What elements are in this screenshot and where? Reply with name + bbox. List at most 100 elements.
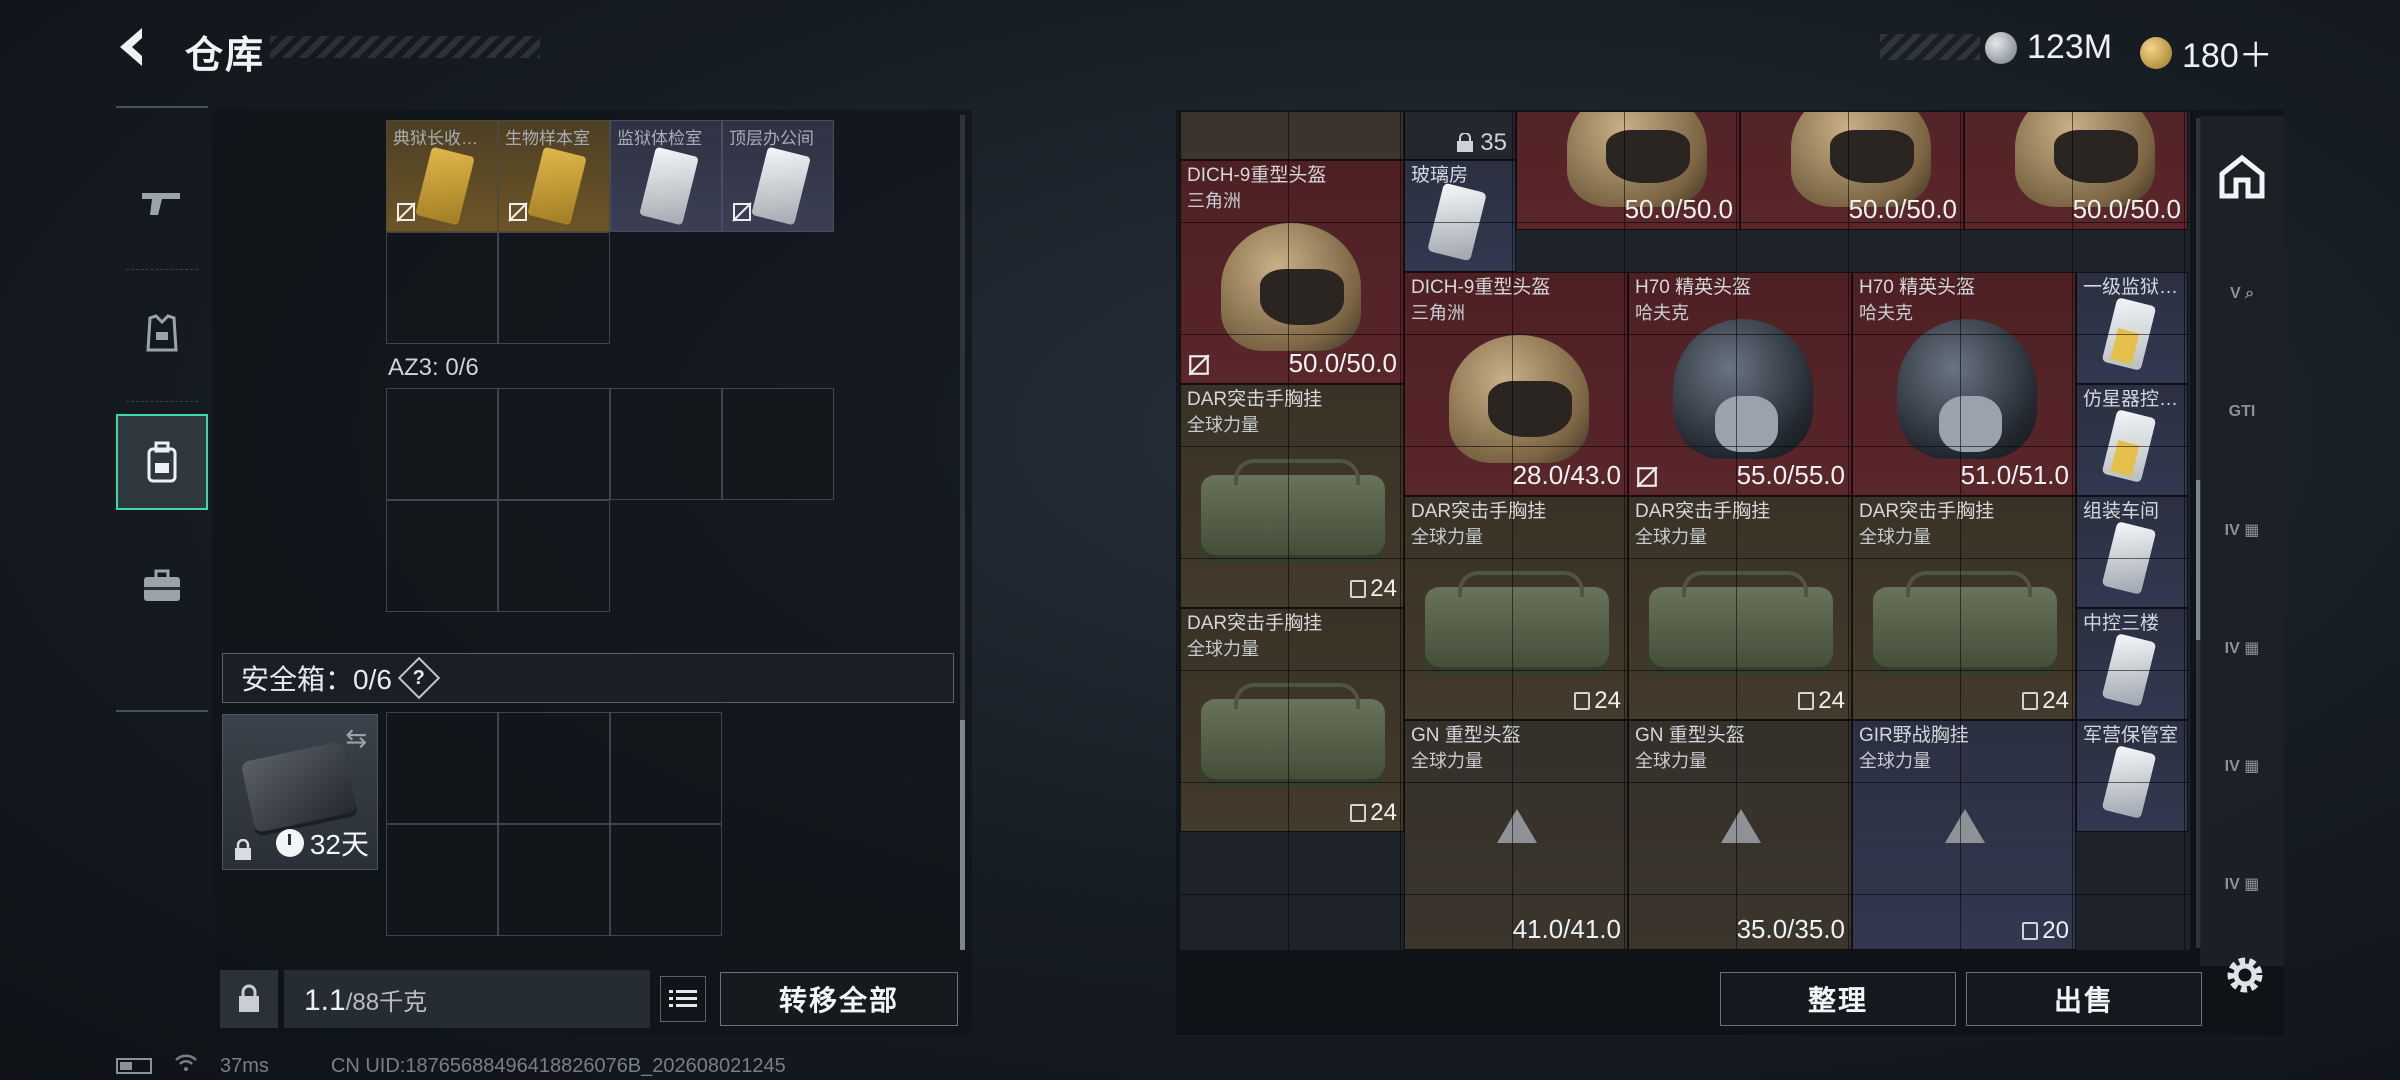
vest-icon: [2022, 692, 2039, 710]
empty-slot[interactable]: [498, 232, 610, 344]
item-durability: 35.0/35.0: [1736, 914, 1845, 944]
item-partial-top[interactable]: [1180, 112, 1404, 160]
iv-card-icon[interactable]: IV ▦: [2216, 858, 2268, 910]
vest-icon: [1350, 580, 1367, 598]
currency-gold[interactable]: 180＋: [2140, 28, 2273, 77]
iv-card-icon[interactable]: IV ▦: [2216, 504, 2268, 556]
item-dar-vest[interactable]: DAR突击手胸挂 全球力量 24: [1404, 496, 1628, 720]
item-h70-helmet[interactable]: H70 精英头盔 哈夫克 51.0/51.0: [1852, 272, 2076, 496]
empty-slot[interactable]: [498, 824, 610, 936]
iv-card-icon[interactable]: IV ▦: [2216, 622, 2268, 674]
weight-lock-button[interactable]: [220, 970, 278, 1028]
weight-value: 1.1: [304, 984, 346, 1017]
item-dar-vest[interactable]: DAR突击手胸挂 全球力量 24: [1180, 608, 1404, 832]
empty-slot[interactable]: [386, 232, 498, 344]
warehouse-building-icon[interactable]: [2216, 150, 2268, 202]
item-helmet[interactable]: 50.0/50.0: [1964, 112, 2188, 230]
keycard-holder-grid: 典狱长收… 生物样本室 监狱体检室 顶层办公间: [386, 120, 838, 350]
keycard-white-image: [751, 146, 811, 226]
item-gn-helmet[interactable]: GN 重型头盔 全球力量 41.0/41.0: [1404, 720, 1628, 950]
list-view-button[interactable]: [660, 976, 706, 1022]
helmet-image: [1221, 223, 1361, 351]
safebox-grid: [386, 712, 726, 942]
keycard-slot[interactable]: 典狱长收…: [386, 120, 498, 232]
loading-placeholder-icon: [1497, 809, 1537, 843]
item-gir-vest[interactable]: GIR野战胸挂 全球力量 20: [1852, 720, 2076, 950]
empty-slot[interactable]: [610, 388, 722, 500]
tab-backpack[interactable]: [116, 414, 208, 510]
item-dar-vest[interactable]: DAR突击手胸挂 全球力量 24: [1852, 496, 2076, 720]
help-icon[interactable]: ?: [397, 656, 441, 700]
keycard-image: [2101, 297, 2157, 371]
item-keycard[interactable]: 仿星器控…: [2076, 384, 2188, 496]
no-drop-icon: [508, 202, 528, 222]
page-title: 仓库: [185, 35, 266, 77]
item-dar-vest[interactable]: DAR突击手胸挂 全球力量 24: [1180, 384, 1404, 608]
iv-card-icon[interactable]: IV ▦: [2216, 740, 2268, 792]
helmet-image: [1791, 112, 1931, 207]
battery-icon: [116, 1058, 152, 1074]
az3-label: AZ3: 0/6: [388, 354, 479, 381]
no-drop-icon: [1188, 354, 1210, 376]
item-keycard-glass-room[interactable]: 玻璃房: [1404, 160, 1516, 272]
tab-weapons[interactable]: [116, 154, 208, 270]
safebox-item[interactable]: ⇆ 32天: [222, 714, 378, 870]
keycard-slot[interactable]: 生物样本室: [498, 120, 610, 232]
item-keycard[interactable]: 中控三楼: [2076, 608, 2188, 720]
item-keycard[interactable]: 一级监狱…: [2076, 272, 2188, 384]
empty-slot[interactable]: [386, 500, 498, 612]
tab-armor[interactable]: [116, 286, 208, 402]
empty-slot[interactable]: [386, 712, 498, 824]
sort-button[interactable]: 整理: [1720, 972, 1956, 1026]
keycard-slot[interactable]: 监狱体检室: [610, 120, 722, 232]
empty-slot[interactable]: [722, 388, 834, 500]
item-durability: 50.0/50.0: [2072, 194, 2181, 224]
lock-icon: [239, 984, 259, 1012]
keycard-gold-image: [527, 146, 587, 226]
gold-coin-icon: [2140, 36, 2172, 69]
left-scrollbar-thumb[interactable]: [960, 720, 965, 950]
item-dich9-helmet[interactable]: DICH-9重型头盔 三角洲 28.0/43.0: [1404, 272, 1628, 496]
armor-vest-icon: [146, 314, 178, 352]
empty-slot[interactable]: [498, 500, 610, 612]
item-dich9-helmet[interactable]: DICH-9重型头盔 三角洲 50.0/50.0: [1180, 160, 1404, 384]
currency-silver[interactable]: 123M: [1985, 28, 2112, 67]
item-durability: 28.0/43.0: [1512, 460, 1621, 490]
no-drop-icon: [732, 202, 752, 222]
item-helmet[interactable]: 50.0/50.0: [1740, 112, 1964, 230]
item-lock-count[interactable]: 35: [1404, 112, 1516, 160]
item-h70-helmet[interactable]: H70 精英头盔 哈夫克 55.0/55.0: [1628, 272, 1852, 496]
safebox-days: 32天: [309, 829, 369, 860]
item-dar-vest[interactable]: DAR突击手胸挂 全球力量 24: [1628, 496, 1852, 720]
empty-slot[interactable]: [498, 712, 610, 824]
keycard-slot[interactable]: 顶层办公间: [722, 120, 834, 232]
settings-gear-icon[interactable]: [2220, 950, 2270, 1000]
safebox-label: 安全箱：0/6: [241, 664, 392, 695]
keycard-white-image: [639, 146, 699, 226]
tab-case[interactable]: [116, 538, 208, 634]
v-card-icon[interactable]: V ⌕: [2216, 268, 2268, 320]
empty-slot[interactable]: [386, 388, 498, 500]
transfer-all-button[interactable]: 转移全部: [720, 972, 958, 1026]
item-keycard[interactable]: 军营保管室: [2076, 720, 2188, 832]
weight-indicator: 1.1 /88千克: [284, 970, 650, 1028]
item-helmet[interactable]: 50.0/50.0: [1516, 112, 1740, 230]
empty-slot[interactable]: [610, 712, 722, 824]
back-button[interactable]: [110, 22, 160, 72]
empty-slot[interactable]: [386, 824, 498, 936]
storage-category-bar: V ⌕ GTI IV ▦ IV ▦ IV ▦ IV ▦: [2200, 116, 2284, 966]
keycard-image: [2101, 633, 2157, 707]
storage-grid: 35 50.0/50.0 50.0/50.0 50.0/50.0 DICH-9重…: [1180, 112, 2190, 950]
swap-icon[interactable]: ⇆: [345, 723, 367, 754]
empty-slot[interactable]: [498, 388, 610, 500]
keycard-image: [1427, 182, 1487, 262]
sell-button[interactable]: 出售: [1966, 972, 2202, 1026]
gti-card-icon[interactable]: GTI: [2216, 386, 2268, 438]
safebox-header: 安全箱：0/6 ?: [222, 653, 954, 703]
item-keycard[interactable]: 组装车间: [2076, 496, 2188, 608]
status-line: 37ms CN UID:18765688496418826076B_202608…: [116, 1054, 786, 1078]
item-gn-helmet[interactable]: GN 重型头盔 全球力量 35.0/35.0: [1628, 720, 1852, 950]
az3-grid: [386, 388, 838, 618]
vest-icon: [1798, 692, 1815, 710]
empty-slot[interactable]: [610, 824, 722, 936]
